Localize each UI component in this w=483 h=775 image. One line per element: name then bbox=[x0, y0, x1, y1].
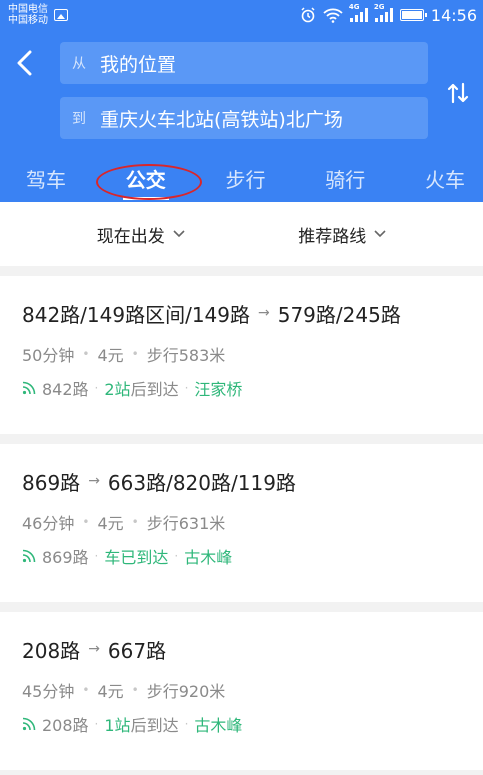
destination-field[interactable]: 到 重庆火车北站(高铁站)北广场 bbox=[60, 97, 428, 139]
separator-dot: · bbox=[94, 717, 99, 731]
origin-prefix: 从 bbox=[72, 56, 86, 72]
alarm-icon bbox=[301, 7, 315, 23]
realtime-line: 842路 bbox=[42, 380, 89, 399]
separator-dot: · bbox=[94, 381, 99, 395]
realtime-info: 869路 · 车已到达 · 古木峰 bbox=[22, 544, 461, 568]
separator-dot: • bbox=[82, 515, 90, 529]
route-card[interactable]: 842路/149路区间/149路 → 579路/245路 50分钟 • 4元 •… bbox=[0, 276, 483, 434]
tab-walk[interactable]: 步行 bbox=[226, 158, 266, 202]
route-header: 从 我的位置 到 重庆火车北站(高铁站)北广场 驾车 公交 步行 骑行 火车 bbox=[0, 30, 483, 202]
route-title: 208路 → 667路 bbox=[22, 634, 461, 664]
separator-dot: · bbox=[184, 381, 189, 395]
chevron-down-icon bbox=[173, 230, 185, 238]
destination-value: 重庆火车北站(高铁站)北广场 bbox=[100, 108, 343, 131]
origin-field[interactable]: 从 我的位置 bbox=[60, 42, 428, 84]
separator-dot: • bbox=[131, 683, 139, 697]
back-button[interactable] bbox=[14, 50, 44, 80]
battery-icon bbox=[399, 9, 427, 21]
depart-time-filter[interactable]: 现在出发 bbox=[97, 222, 185, 247]
arrow-right-icon: → bbox=[88, 473, 100, 489]
separator-dot: · bbox=[94, 549, 99, 563]
destination-prefix: 到 bbox=[72, 111, 86, 127]
swap-arrows-icon bbox=[447, 82, 469, 104]
route-segment-2: 579路/245路 bbox=[277, 302, 401, 327]
status-bar: 中国电信 中国移动 4G 2G 14:56 bbox=[0, 0, 483, 30]
clock-time: 14:56 bbox=[430, 5, 477, 25]
realtime-signal-icon bbox=[22, 381, 36, 395]
separator-dot: · bbox=[184, 717, 189, 731]
route-segment-2: 667路 bbox=[107, 638, 167, 663]
route-duration: 46分钟 bbox=[22, 514, 75, 533]
realtime-info: 208路 · 1站后到达 · 古木峰 bbox=[22, 712, 461, 736]
realtime-line: 208路 bbox=[42, 716, 89, 735]
route-title: 842路/149路区间/149路 → 579路/245路 bbox=[22, 298, 461, 328]
gallery-notification-icon bbox=[54, 9, 68, 21]
arrow-right-icon: → bbox=[258, 305, 270, 321]
route-meta: 46分钟 • 4元 • 步行631米 bbox=[22, 510, 461, 534]
route-list: 842路/149路区间/149路 → 579路/245路 50分钟 • 4元 •… bbox=[0, 276, 483, 770]
depart-time-label: 现在出发 bbox=[96, 226, 165, 247]
realtime-station: 古木峰 bbox=[184, 548, 233, 567]
route-card[interactable]: 869路 → 663路/820路/119路 46分钟 • 4元 • 步行631米… bbox=[0, 444, 483, 602]
origin-value: 我的位置 bbox=[100, 53, 177, 76]
realtime-station: 古木峰 bbox=[194, 716, 243, 735]
realtime-info: 842路 · 2站后到达 · 汪家桥 bbox=[22, 376, 461, 400]
realtime-line: 869路 bbox=[42, 548, 89, 567]
route-sort-filter[interactable]: 推荐路线 bbox=[298, 222, 386, 247]
separator-dot: • bbox=[82, 347, 90, 361]
tab-cycle[interactable]: 骑行 bbox=[325, 158, 365, 202]
separator-dot: • bbox=[82, 683, 90, 697]
travel-mode-tabs: 驾车 公交 步行 骑行 火车 bbox=[0, 158, 483, 202]
route-meta: 50分钟 • 4元 • 步行583米 bbox=[22, 342, 461, 366]
route-segment-1: 869路 bbox=[22, 470, 81, 495]
arrow-right-icon: → bbox=[88, 641, 100, 657]
carrier-1: 中国电信 bbox=[8, 4, 48, 15]
wifi-icon bbox=[323, 8, 343, 23]
route-walk: 步行920米 bbox=[146, 682, 226, 701]
swap-button[interactable] bbox=[447, 80, 469, 106]
tab-drive[interactable]: 驾车 bbox=[26, 158, 66, 202]
realtime-station: 汪家桥 bbox=[194, 380, 243, 399]
route-segment-1: 842路/149路区间/149路 bbox=[22, 302, 250, 327]
route-segment-1: 208路 bbox=[22, 638, 81, 663]
filter-bar: 现在出发 推荐路线 bbox=[0, 202, 483, 266]
route-segment-2: 663路/820路/119路 bbox=[107, 470, 296, 495]
chevron-left-icon bbox=[17, 50, 32, 76]
realtime-arrival-count: 1站 bbox=[104, 716, 131, 735]
route-price: 4元 bbox=[97, 514, 124, 533]
signal-2g-icon: 2G bbox=[374, 3, 393, 22]
route-walk: 步行631米 bbox=[146, 514, 226, 533]
route-price: 4元 bbox=[97, 346, 124, 365]
realtime-arrival-text: 后到达 bbox=[130, 716, 179, 735]
route-meta: 45分钟 • 4元 • 步行920米 bbox=[22, 678, 461, 702]
status-icons: 4G 2G 14:56 bbox=[300, 3, 477, 25]
separator-dot: • bbox=[131, 347, 139, 361]
route-price: 4元 bbox=[97, 682, 124, 701]
route-walk: 步行583米 bbox=[146, 346, 226, 365]
realtime-arrival-text: 后到达 bbox=[130, 380, 179, 399]
route-duration: 45分钟 bbox=[22, 682, 75, 701]
separator-dot: • bbox=[131, 515, 139, 529]
signal-4g-icon: 4G bbox=[349, 3, 368, 22]
realtime-arrival-count: 2站 bbox=[104, 380, 131, 399]
route-duration: 50分钟 bbox=[22, 346, 75, 365]
separator-dot: · bbox=[174, 549, 179, 563]
chevron-down-icon bbox=[374, 230, 386, 238]
carrier-info: 中国电信 中国移动 bbox=[8, 4, 68, 26]
route-sort-label: 推荐路线 bbox=[298, 226, 367, 247]
tab-train[interactable]: 火车 bbox=[425, 158, 465, 202]
realtime-arrival-count: 车已到达 bbox=[104, 548, 169, 567]
route-title: 869路 → 663路/820路/119路 bbox=[22, 466, 461, 496]
carrier-2: 中国移动 bbox=[8, 15, 48, 26]
tab-transit[interactable]: 公交 bbox=[126, 158, 166, 202]
realtime-signal-icon bbox=[22, 549, 36, 563]
route-card[interactable]: 208路 → 667路 45分钟 • 4元 • 步行920米 208路 · 1站… bbox=[0, 612, 483, 770]
realtime-signal-icon bbox=[22, 717, 36, 731]
